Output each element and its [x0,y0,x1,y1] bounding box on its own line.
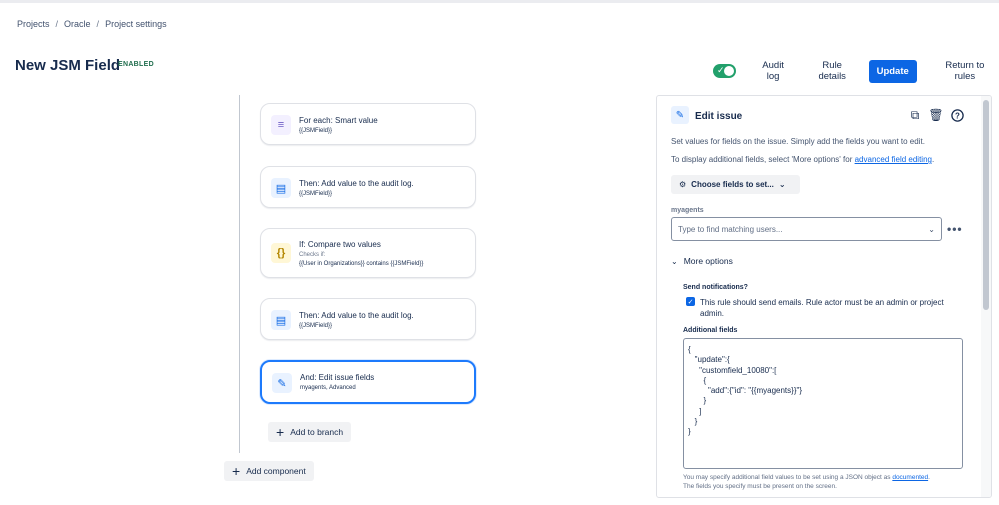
panel-description-advanced: To display additional fields, select 'Mo… [671,155,934,164]
rule-flow-line [239,95,240,453]
header-actions: ✓ Audit log Rule details Update Return t… [713,55,999,87]
step-title: Then: Add value to the audit log. [299,311,414,320]
update-button[interactable]: Update [868,59,917,83]
pencil-icon: ✎ [272,373,292,393]
more-options-toggle[interactable]: ⌄ More options [671,256,733,266]
step-subtitle: {{JSMField}} [299,128,333,134]
json-line: { [688,345,691,354]
copy-icon[interactable]: ⧉ [907,107,923,123]
documented-link[interactable]: documented [892,474,928,481]
send-notifications-label: Send notifications? [683,284,748,291]
breadcrumb-separator: / [55,19,59,29]
json-line: } [688,427,691,437]
braces-icon: {} [271,243,291,263]
json-line: "update":{ [688,355,730,365]
send-notifications-checkbox[interactable]: ✓ [686,297,695,306]
add-to-branch-button[interactable]: + Add to branch [268,422,352,442]
breadcrumb: Projects / Oracle / Project settings [17,19,167,29]
rule-step-edit-issue[interactable]: ✎ And: Edit issue fields myagents, Advan… [260,360,476,404]
choose-fields-label: Choose fields to set... [691,180,774,189]
page-title[interactable]: New JSM Field [15,57,120,74]
advanced-field-editing-link[interactable]: advanced field editing [855,155,932,164]
field-label-myagents: myagents [671,207,704,214]
help-suffix: . [928,474,930,481]
additional-fields-help: You may specify additional field values … [683,473,973,491]
breadcrumb-projects[interactable]: Projects [17,19,50,29]
return-to-rules-button[interactable]: Return to rules [931,55,999,87]
help-text: You may specify additional field values … [683,474,893,481]
status-badge: ENABLED [118,61,154,68]
rule-step-if-compare[interactable]: {} If: Compare two values Checks if: {{U… [260,228,476,278]
top-border [0,0,999,3]
json-line: { [688,375,707,385]
add-component-label: Add component [246,466,306,476]
json-line: ] [688,406,702,416]
more-options-label: More options [683,256,733,266]
gear-icon: ⚙ [679,180,687,189]
step-subtitle: {{JSMField}} [299,191,333,197]
check-icon: ✓ [717,65,725,75]
more-actions-icon[interactable]: ••• [947,222,963,236]
plus-icon: + [276,424,285,440]
add-to-branch-label: Add to branch [290,427,344,437]
audit-log-button[interactable]: Audit log [750,55,795,87]
step-title: And: Edit issue fields [300,373,375,382]
panel-description: Set values for fields on the issue. Simp… [671,137,925,146]
document-icon: ▤ [271,178,291,198]
step-condition-label: Checks if: [299,252,326,258]
myagents-user-picker[interactable]: Type to find matching users... ⌄ [671,217,942,241]
description-suffix: . [931,155,935,164]
step-title: Then: Add value to the audit log. [299,179,414,188]
svg-text:?: ? [955,111,960,120]
description-text: To display additional fields, select 'Mo… [671,155,855,164]
rule-step-audit-log[interactable]: ▤ Then: Add value to the audit log. {{JS… [260,166,476,208]
chevron-down-icon: ⌄ [778,180,786,189]
chevron-down-icon: ⌄ [671,256,678,266]
pencil-icon: ✎ [671,106,689,124]
user-picker-placeholder: Type to find matching users... [678,224,783,234]
step-title: If: Compare two values [299,240,381,249]
chevron-down-icon: ⌄ [928,224,935,234]
json-line: "add":{"id": "{{myagents}}"} [688,386,802,396]
help-icon[interactable]: ? [949,107,965,123]
step-subtitle: {{JSMField}} [299,323,333,329]
json-line: } [688,417,698,427]
rule-details-button[interactable]: Rule details [804,55,861,87]
list-icon: ≡ [271,115,291,135]
breadcrumb-separator: / [96,19,100,29]
trash-icon[interactable]: 🗑 [928,107,944,123]
rule-enabled-toggle[interactable]: ✓ [713,64,737,78]
add-component-button[interactable]: + Add component [224,461,314,481]
document-icon: ▤ [271,310,291,330]
breadcrumb-project-settings[interactable]: Project settings [105,19,167,29]
panel-scrollbar[interactable] [981,96,991,497]
breadcrumb-oracle[interactable]: Oracle [64,19,91,29]
panel-title: Edit issue [695,111,743,122]
rule-step-for-each[interactable]: ≡ For each: Smart value {{JSMField}} [260,103,476,145]
edit-issue-panel: ✎ Edit issue ⧉ 🗑 ? Set values for fields… [656,95,992,498]
choose-fields-button[interactable]: ⚙ Choose fields to set... ⌄ [671,175,800,194]
send-notifications-text: This rule should send emails. Rule actor… [700,298,944,318]
step-subtitle: {{User in Organizations}} contains {{JSM… [299,261,424,267]
rule-step-audit-log[interactable]: ▤ Then: Add value to the audit log. {{JS… [260,298,476,340]
step-subtitle: myagents, Advanced [300,385,356,391]
additional-fields-textarea[interactable]: { "update":{ "customfield_10080":[ { "ad… [683,338,963,469]
plus-icon: + [232,463,241,479]
help-text-line2: The fields you specify must be present o… [683,483,837,490]
json-line: "customfield_10080":[ [688,365,777,375]
panel-tools: ⧉ 🗑 ? [907,107,965,123]
scrollbar-thumb[interactable] [983,100,989,310]
step-title: For each: Smart value [299,116,378,125]
additional-fields-label: Additional fields [683,327,738,334]
json-line: } [688,396,707,406]
